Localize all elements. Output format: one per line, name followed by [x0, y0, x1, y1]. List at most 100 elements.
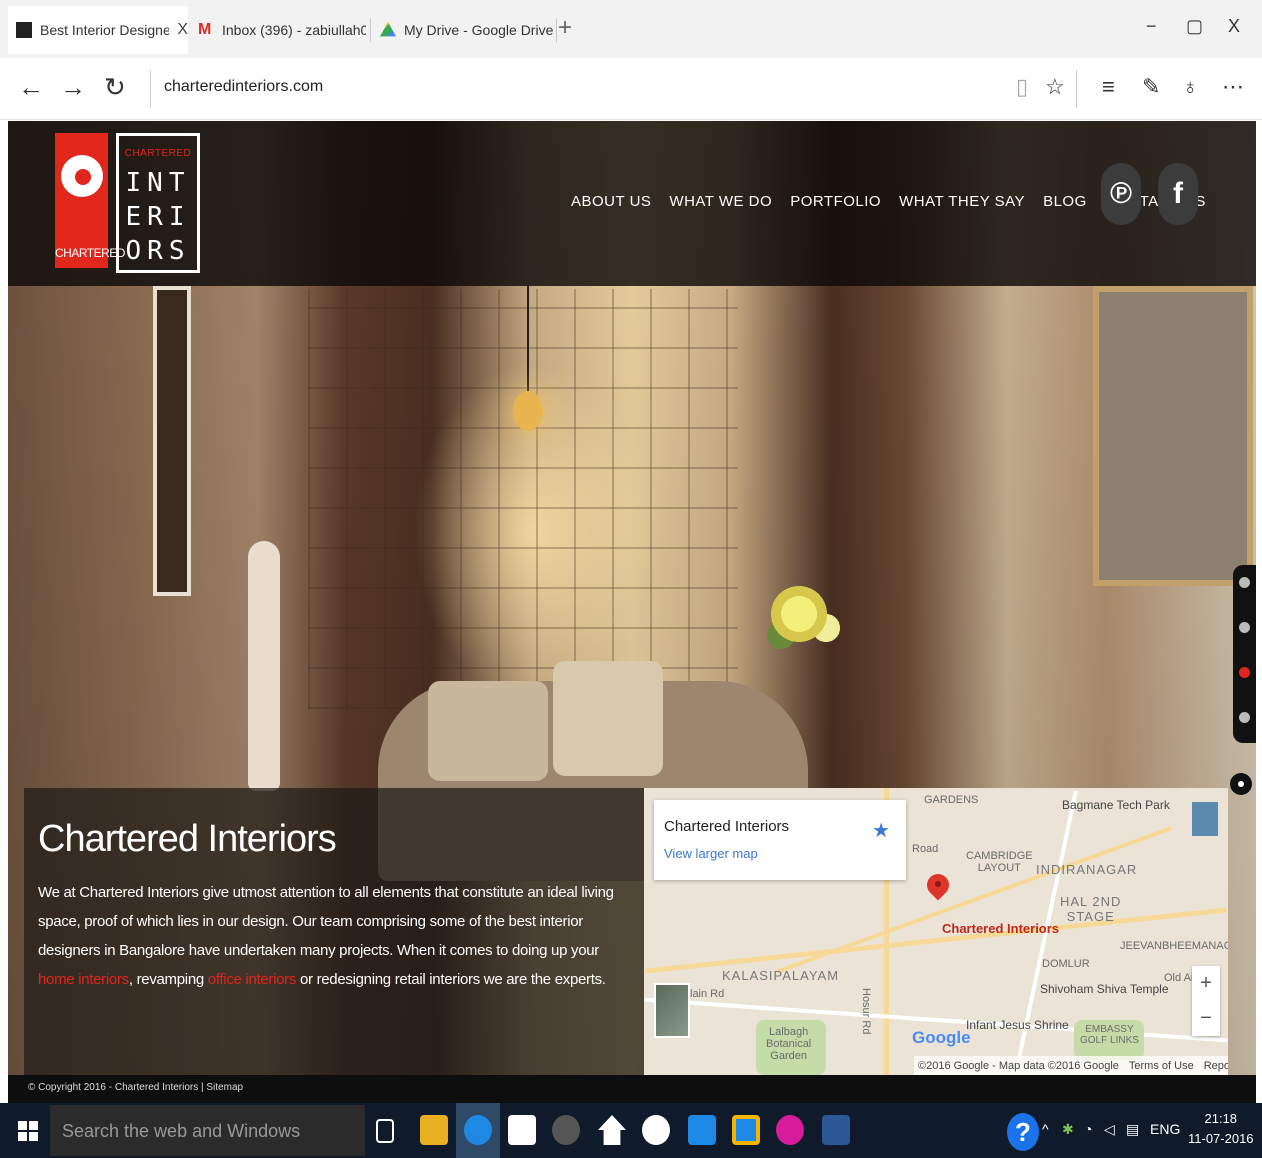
- wifi-icon[interactable]: ◔: [1084, 1121, 1092, 1137]
- app-icon[interactable]: [732, 1115, 760, 1145]
- browser-tab-bar: Best Interior Designers & X M Inbox (396…: [0, 0, 1262, 58]
- home-icon[interactable]: [598, 1115, 626, 1145]
- task-view-icon[interactable]: [376, 1119, 394, 1143]
- logo-line: ORS: [125, 236, 191, 266]
- favorite-star-icon[interactable]: ☆: [1045, 74, 1065, 100]
- slider-dot[interactable]: [1239, 712, 1250, 723]
- nav-what-we-do[interactable]: WHAT WE DO: [669, 193, 772, 210]
- word-icon[interactable]: [822, 1115, 850, 1145]
- office-interiors-link[interactable]: office interiors: [208, 971, 297, 988]
- hero-body-text: , revamping: [128, 971, 208, 988]
- url-separator: [150, 70, 151, 108]
- clock-time: 21:18: [1204, 1111, 1238, 1126]
- zoom-out-button[interactable]: −: [1192, 1001, 1220, 1036]
- pinterest-icon[interactable]: ℗: [1101, 163, 1141, 225]
- map-label: DOMLUR: [1042, 958, 1090, 970]
- logo-circle-inner: [75, 169, 91, 185]
- report-map-error-link[interactable]: Report a map error: [1204, 1060, 1228, 1072]
- tab-close-icon[interactable]: X: [177, 21, 188, 39]
- tab-google-drive[interactable]: My Drive - Google Drive: [378, 6, 553, 54]
- site-logo-wordmark[interactable]: CHARTERED INT ERI ORS: [116, 133, 200, 273]
- edge-browser-icon[interactable]: [464, 1115, 492, 1145]
- hero-vase: [248, 541, 280, 791]
- url-input[interactable]: charteredinteriors.com: [164, 78, 323, 96]
- map-label: HAL 2ND STAGE: [1060, 894, 1122, 924]
- back-arrow-icon[interactable]: ←: [18, 72, 44, 102]
- slider-dot-active[interactable]: [1239, 667, 1250, 678]
- refresh-icon[interactable]: ↻: [104, 72, 126, 102]
- media-app-icon[interactable]: [776, 1115, 804, 1145]
- tab-best-interior[interactable]: Best Interior Designers & X: [8, 6, 188, 54]
- slider-dot[interactable]: [1239, 622, 1250, 633]
- tray-chevron-icon[interactable]: ^: [1042, 1121, 1049, 1137]
- web-page: CHARTERED CHARTERED INT ERI ORS ABOUT US…: [8, 121, 1256, 1075]
- web-note-icon[interactable]: ✎: [1142, 74, 1160, 100]
- forward-arrow-icon[interactable]: →: [60, 72, 86, 102]
- hero-cushion: [553, 661, 663, 776]
- share-icon[interactable]: ♁: [1182, 74, 1199, 100]
- satellite-toggle[interactable]: [654, 983, 690, 1038]
- new-tab-button[interactable]: +: [558, 14, 572, 42]
- nav-what-they-say[interactable]: WHAT THEY SAY: [899, 193, 1025, 210]
- tab-gmail-inbox[interactable]: M Inbox (396) - zabiullah021@: [196, 6, 366, 54]
- about-panel: Chartered Interiors We at Chartered Inte…: [24, 788, 644, 1075]
- close-window-button[interactable]: X: [1228, 16, 1240, 37]
- maximize-button[interactable]: ▢: [1186, 16, 1203, 37]
- footer-copyright: © Copyright 2016 - Chartered Interiors |…: [28, 1082, 244, 1093]
- facebook-icon[interactable]: f: [1158, 163, 1198, 225]
- hub-icon[interactable]: ≡: [1102, 74, 1115, 100]
- camera-icon[interactable]: [552, 1115, 580, 1145]
- site-logo-emblem[interactable]: CHARTERED: [55, 133, 125, 268]
- map-label: JEEVANBHEEMANAGAR: [1120, 940, 1228, 952]
- map-pin-label: Chartered Interiors: [942, 921, 1060, 936]
- clock-date: 11-07-2016: [1188, 1131, 1254, 1146]
- hero-lamp-cord: [527, 286, 529, 396]
- nav-blog[interactable]: BLOG: [1043, 193, 1087, 210]
- minimize-button[interactable]: −: [1146, 16, 1157, 37]
- nav-portfolio[interactable]: PORTFOLIO: [790, 193, 881, 210]
- windows-start-icon[interactable]: [18, 1121, 38, 1141]
- taskbar-search-input[interactable]: Search the web and Windows: [50, 1105, 365, 1156]
- map-label: Infant Jesus Shrine: [966, 1018, 1069, 1032]
- hero-window: [308, 289, 738, 709]
- google-drive-icon: [380, 22, 396, 37]
- map-label: Hosur Rd: [860, 988, 872, 1035]
- map-label: Road: [912, 843, 939, 855]
- home-interiors-link[interactable]: home interiors: [38, 971, 129, 988]
- logo-line: ERI: [125, 202, 191, 232]
- notifications-icon[interactable]: ▤: [1126, 1121, 1139, 1138]
- file-explorer-icon[interactable]: [420, 1115, 448, 1145]
- map-copyright: ©2016 Google - Map data ©2016 Google: [918, 1059, 1119, 1072]
- terms-of-use-link[interactable]: Terms of Use: [1129, 1060, 1194, 1072]
- hero-description: We at Chartered Interiors give utmost at…: [38, 878, 618, 994]
- tab-separator: [370, 18, 371, 42]
- map-label: Bagmane Tech Park: [1062, 798, 1170, 812]
- logo-line: INT: [125, 168, 191, 198]
- toolbar-separator: [1076, 70, 1077, 108]
- tab-title: Best Interior Designers &: [40, 22, 170, 38]
- system-clock[interactable]: 21:18 11-07-2016: [1188, 1109, 1254, 1149]
- map-label: EMBASSY GOLF LINKS: [1080, 1024, 1139, 1046]
- volume-icon[interactable]: ◁: [1104, 1121, 1115, 1138]
- more-options-icon[interactable]: ⋯: [1222, 74, 1244, 100]
- view-larger-map-link[interactable]: View larger map: [664, 846, 758, 861]
- scroll-indicator-icon[interactable]: [1230, 773, 1252, 795]
- language-indicator[interactable]: ENG: [1150, 1121, 1180, 1137]
- store-icon[interactable]: [508, 1115, 536, 1145]
- map-info-card: Chartered Interiors View larger map ★: [654, 800, 906, 880]
- logo-small-text: CHARTERED: [124, 148, 192, 159]
- help-icon[interactable]: ?: [1007, 1113, 1039, 1151]
- zoom-in-button[interactable]: +: [1192, 966, 1220, 1001]
- hp-icon[interactable]: [642, 1115, 670, 1145]
- tab-title: My Drive - Google Drive: [404, 22, 553, 38]
- nav-about-us[interactable]: ABOUT US: [571, 193, 651, 210]
- map-fullscreen-icon[interactable]: [1192, 802, 1218, 836]
- tray-app-icon[interactable]: ✱: [1062, 1121, 1074, 1138]
- hero-lamp: [513, 391, 543, 431]
- teamviewer-icon[interactable]: [688, 1115, 716, 1145]
- reading-view-icon[interactable]: ▯: [1016, 74, 1028, 100]
- slider-dot[interactable]: [1239, 577, 1250, 588]
- save-star-icon[interactable]: ★: [872, 818, 890, 843]
- google-map[interactable]: GARDENS Bagmane Tech Park Road CAMBRIDGE…: [644, 788, 1228, 1075]
- map-attribution: ©2016 Google - Map data ©2016 Google Ter…: [914, 1056, 1228, 1075]
